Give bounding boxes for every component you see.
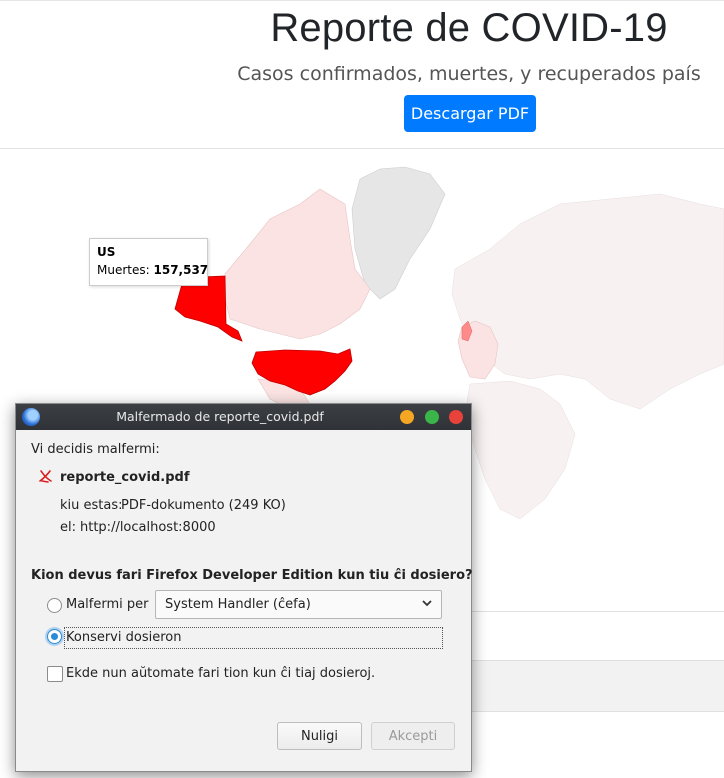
map-region-eurasia bbox=[451, 193, 724, 410]
tooltip-value: 157,537 bbox=[153, 263, 209, 277]
tooltip-label: Muertes: bbox=[97, 263, 150, 277]
auto-action-label[interactable]: Ekde nun aŭtomate fari tion kun ĉi tiaj … bbox=[66, 666, 375, 681]
map-tooltip: US Muertes: 157,537 bbox=[89, 238, 208, 286]
open-with-value: System Handler (ĉefa) bbox=[165, 597, 311, 612]
report-header: Reporte de COVID-19 Casos confirmados, m… bbox=[0, 0, 724, 149]
save-file-label[interactable]: Konservi dosieron bbox=[66, 630, 181, 645]
page-title: Reporte de COVID-19 bbox=[270, 6, 668, 50]
close-button[interactable] bbox=[449, 410, 463, 424]
file-name: reporte_covid.pdf bbox=[60, 470, 190, 485]
dialog-question: Kion devus fari Firefox Developer Editio… bbox=[31, 568, 473, 583]
page-subtitle: Casos confirmados, muertes, y recuperado… bbox=[237, 63, 701, 85]
maximize-button[interactable] bbox=[425, 410, 439, 424]
table-header-band bbox=[470, 660, 724, 712]
chevron-down-icon bbox=[422, 600, 432, 607]
download-dialog: Malfermado de reporte_covid.pdf Vi decid… bbox=[15, 403, 473, 772]
map-region-africa bbox=[464, 380, 576, 520]
open-with-select[interactable]: System Handler (ĉefa) bbox=[155, 590, 442, 619]
minimize-button[interactable] bbox=[400, 410, 414, 424]
map-region-canada bbox=[224, 188, 371, 340]
tooltip-row: Muertes: 157,537 bbox=[97, 263, 208, 277]
section-divider bbox=[470, 611, 724, 612]
open-with-label[interactable]: Malfermi per bbox=[66, 597, 149, 612]
cancel-button[interactable]: Nuligi bbox=[277, 722, 362, 750]
dialog-titlebar[interactable]: Malfermado de reporte_covid.pdf bbox=[16, 404, 471, 430]
file-type-label: kiu estas: bbox=[60, 498, 123, 513]
auto-action-checkbox[interactable] bbox=[47, 666, 63, 682]
download-pdf-button[interactable]: Descargar PDF bbox=[404, 95, 536, 132]
file-type-value: PDF-dokumento (249 KO) bbox=[121, 498, 286, 513]
map-region-greenland bbox=[351, 166, 446, 300]
file-source-value: http://localhost:8000 bbox=[80, 520, 216, 535]
save-file-radio[interactable] bbox=[47, 629, 62, 644]
open-with-radio[interactable] bbox=[47, 598, 62, 613]
dialog-title: Malfermado de reporte_covid.pdf bbox=[116, 409, 324, 424]
pdf-file-icon bbox=[39, 470, 52, 483]
file-source-label: el: bbox=[60, 520, 76, 535]
accept-button[interactable]: Akcepti bbox=[371, 722, 455, 750]
dialog-intro: Vi decidis malfermi: bbox=[31, 442, 160, 457]
tooltip-country: US bbox=[97, 245, 116, 259]
